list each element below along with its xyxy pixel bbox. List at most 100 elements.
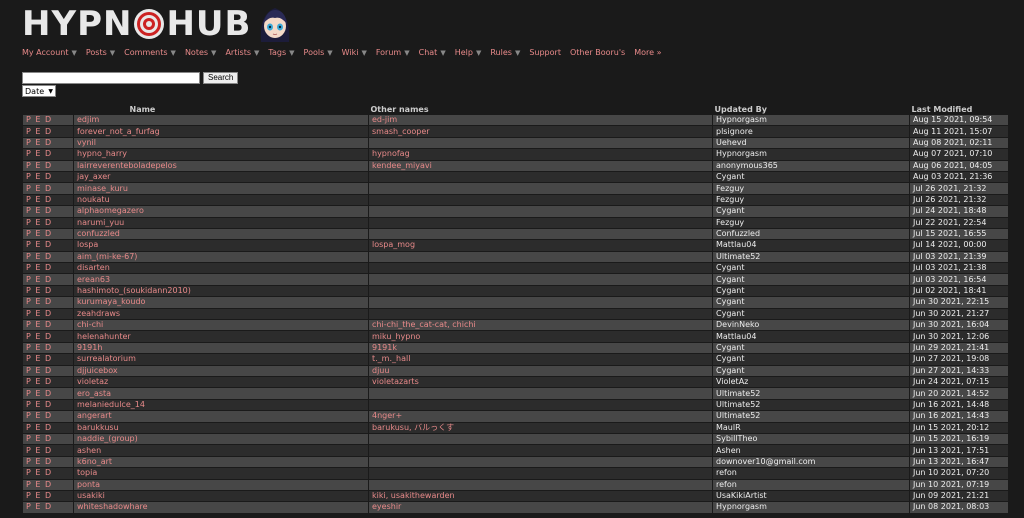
artist-name-link[interactable]: barukkusu	[73, 421, 369, 434]
row-actions[interactable]: P E D	[22, 250, 74, 264]
nav-item[interactable]: Posts ▼	[86, 48, 115, 57]
other-names[interactable]	[368, 273, 713, 286]
row-actions[interactable]: P E D	[22, 319, 74, 332]
row-actions[interactable]: P E D	[22, 432, 74, 446]
row-actions[interactable]: P E D	[22, 467, 74, 480]
artist-name-link[interactable]: noukatu	[73, 193, 369, 207]
artist-name-link[interactable]: aim_(mi-ke-67)	[73, 250, 369, 264]
artist-name-link[interactable]: minase_kuru	[73, 182, 369, 195]
header-last-modified[interactable]: Last Modified	[910, 104, 1009, 115]
other-names[interactable]: chi-chi_the_cat-cat, chichi	[368, 319, 713, 332]
artist-name-link[interactable]: angerart	[73, 410, 369, 423]
nav-item[interactable]: Artists ▼	[225, 48, 259, 57]
other-names[interactable]	[368, 284, 713, 298]
row-actions[interactable]: P E D	[22, 182, 74, 195]
other-names[interactable]	[368, 455, 713, 469]
other-names[interactable]: 4nger+	[368, 410, 713, 423]
artist-name-link[interactable]: jay_axer	[73, 170, 369, 184]
nav-item[interactable]: Rules ▼	[490, 48, 520, 57]
other-names[interactable]	[368, 250, 713, 264]
artist-name-link[interactable]: zeahdraws	[73, 307, 369, 321]
row-actions[interactable]: P E D	[22, 307, 74, 321]
other-names[interactable]	[368, 216, 713, 229]
other-names[interactable]	[368, 467, 713, 480]
artist-name-link[interactable]: whiteshadowhare	[73, 501, 369, 514]
row-actions[interactable]: P E D	[22, 159, 74, 172]
row-actions[interactable]: P E D	[22, 205, 74, 218]
artist-name-link[interactable]: lairreverenteboladepelos	[73, 159, 369, 172]
other-names[interactable]	[368, 170, 713, 184]
nav-item[interactable]: Wiki ▼	[342, 48, 367, 57]
nav-item[interactable]: Forum ▼	[376, 48, 410, 57]
artist-name-link[interactable]: disarten	[73, 262, 369, 275]
other-names[interactable]	[368, 432, 713, 446]
row-actions[interactable]: P E D	[22, 113, 74, 127]
row-actions[interactable]: P E D	[22, 239, 74, 252]
row-actions[interactable]: P E D	[22, 341, 74, 355]
row-actions[interactable]: P E D	[22, 398, 74, 412]
row-actions[interactable]: P E D	[22, 501, 74, 514]
artist-name-link[interactable]: hashimoto_(soukidann2010)	[73, 284, 369, 298]
row-actions[interactable]: P E D	[22, 136, 74, 150]
artist-name-link[interactable]: usakiki	[73, 489, 369, 503]
other-names[interactable]	[368, 398, 713, 412]
nav-item[interactable]: Tags ▼	[268, 48, 294, 57]
row-actions[interactable]: P E D	[22, 125, 74, 138]
row-actions[interactable]: P E D	[22, 444, 74, 457]
nav-item[interactable]: Chat ▼	[419, 48, 446, 57]
artist-name-link[interactable]: ero_asta	[73, 387, 369, 400]
artist-name-link[interactable]: naddie_(group)	[73, 432, 369, 446]
other-names[interactable]: hypnofag	[368, 148, 713, 161]
row-actions[interactable]: P E D	[22, 489, 74, 503]
row-actions[interactable]: P E D	[22, 170, 74, 184]
other-names[interactable]	[368, 136, 713, 150]
other-names[interactable]	[368, 227, 713, 241]
artist-name-link[interactable]: k6no_art	[73, 455, 369, 469]
other-names[interactable]	[368, 478, 713, 491]
artist-name-link[interactable]: surrealatorium	[73, 353, 369, 366]
row-actions[interactable]: P E D	[22, 353, 74, 366]
header-name[interactable]: Name	[74, 104, 369, 115]
sort-select[interactable]: Date ▼	[22, 85, 56, 97]
artist-name-link[interactable]: ashen	[73, 444, 369, 457]
artist-name-link[interactable]: narumi_yuu	[73, 216, 369, 229]
row-actions[interactable]: P E D	[22, 148, 74, 161]
row-actions[interactable]: P E D	[22, 227, 74, 241]
other-names[interactable]: 9191k	[368, 341, 713, 355]
artist-name-link[interactable]: 9191h	[73, 341, 369, 355]
nav-item[interactable]: Pools ▼	[304, 48, 333, 57]
artist-name-link[interactable]: vynil	[73, 136, 369, 150]
artist-name-link[interactable]: lospa	[73, 239, 369, 252]
row-actions[interactable]: P E D	[22, 375, 74, 389]
nav-item[interactable]: Help ▼	[455, 48, 482, 57]
row-actions[interactable]: P E D	[22, 262, 74, 275]
nav-item[interactable]: Comments ▼	[124, 48, 176, 57]
artist-name-link[interactable]: forever_not_a_furfag	[73, 125, 369, 138]
artist-name-link[interactable]: chi-chi	[73, 319, 369, 332]
row-actions[interactable]: P E D	[22, 421, 74, 434]
other-names[interactable]	[368, 182, 713, 195]
artist-name-link[interactable]: violetaz	[73, 375, 369, 389]
other-names[interactable]	[368, 193, 713, 207]
row-actions[interactable]: P E D	[22, 364, 74, 378]
other-names[interactable]: miku_hypno	[368, 330, 713, 343]
site-logo[interactable]: HYPN HUB	[22, 4, 295, 44]
artist-name-link[interactable]: erean63	[73, 273, 369, 286]
artist-name-link[interactable]: helenahunter	[73, 330, 369, 343]
other-names[interactable]: barukusu, バルっくす	[368, 421, 713, 434]
row-actions[interactable]: P E D	[22, 330, 74, 343]
other-names[interactable]: djuu	[368, 364, 713, 378]
other-names[interactable]	[368, 444, 713, 457]
row-actions[interactable]: P E D	[22, 216, 74, 229]
header-updated-by[interactable]: Updated By	[713, 104, 910, 115]
other-names[interactable]	[368, 307, 713, 321]
artist-name-link[interactable]: edjim	[73, 113, 369, 127]
other-names[interactable]	[368, 387, 713, 400]
header-other-names[interactable]: Other names	[369, 104, 713, 115]
other-names[interactable]: smash_cooper	[368, 125, 713, 138]
row-actions[interactable]: P E D	[22, 455, 74, 469]
artist-name-link[interactable]: kurumaya_koudo	[73, 296, 369, 309]
artist-name-link[interactable]: ponta	[73, 478, 369, 491]
row-actions[interactable]: P E D	[22, 296, 74, 309]
search-input[interactable]	[22, 72, 200, 84]
